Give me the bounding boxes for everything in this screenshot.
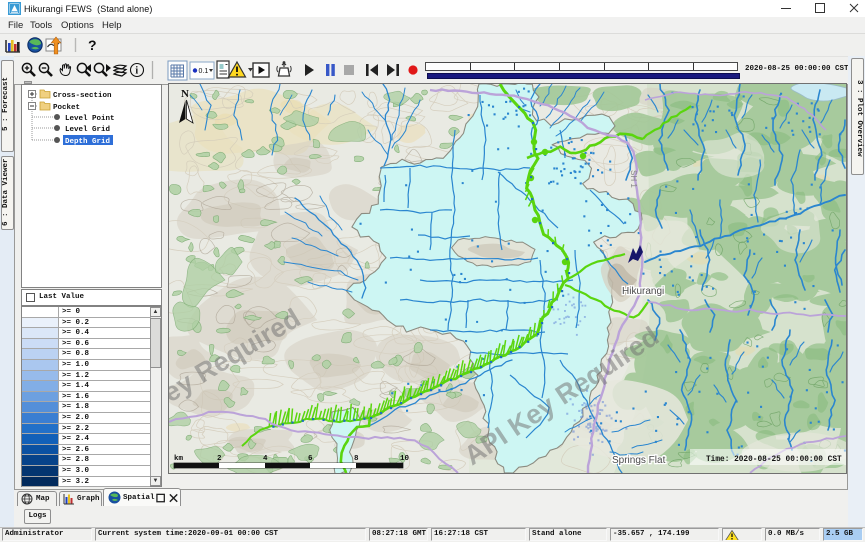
svg-text:4: 4 <box>263 455 268 463</box>
svg-text:Pocket: Pocket <box>53 104 80 112</box>
svg-text:10: 10 <box>400 455 410 463</box>
svg-text:6: 6 <box>308 455 313 463</box>
svg-text:km: km <box>174 455 184 463</box>
svg-text:Springs Flat: Springs Flat <box>612 455 666 466</box>
svg-text:Level Grid: Level Grid <box>65 126 110 134</box>
svg-text:Hikurangi: Hikurangi <box>622 286 664 297</box>
svg-text:2: 2 <box>217 455 222 463</box>
svg-text:Cross-section: Cross-section <box>53 92 112 100</box>
svg-text:SH 1: SH 1 <box>629 170 638 188</box>
svg-text:8: 8 <box>354 455 359 463</box>
svg-text:N: N <box>181 88 189 100</box>
svg-text:i: i <box>135 66 138 77</box>
svg-text:Level Point: Level Point <box>65 115 115 123</box>
svg-text:?: ? <box>88 37 97 53</box>
svg-text:Depth Grid: Depth Grid <box>65 138 110 146</box>
svg-text:Time: 2020-08-25 00:00:00 CST: Time: 2020-08-25 00:00:00 CST <box>706 456 842 464</box>
svg-text:0.1: 0.1 <box>199 68 209 75</box>
